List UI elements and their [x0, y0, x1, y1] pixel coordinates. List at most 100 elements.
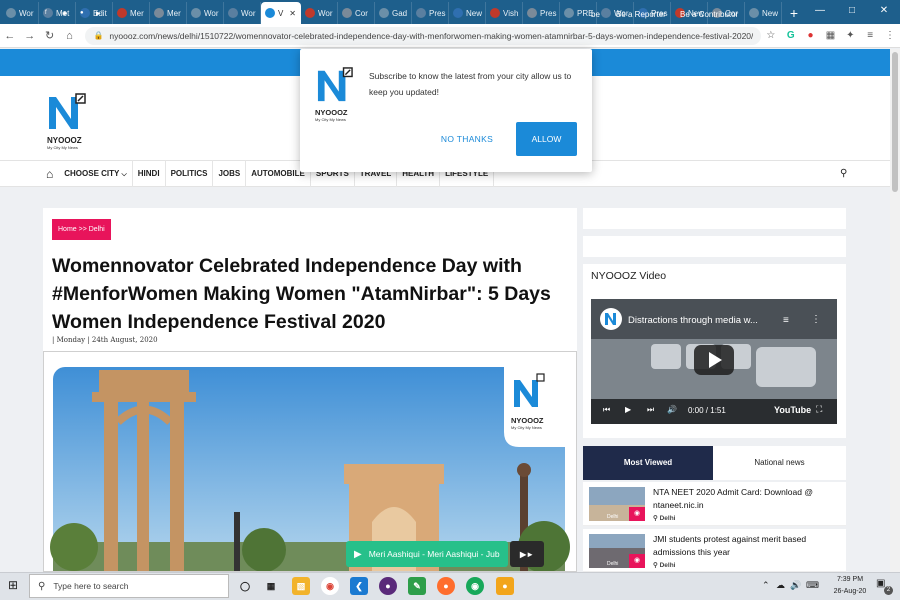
news-title[interactable]: NTA NEET 2020 Admit Card: Download @ nta…	[653, 486, 839, 512]
vscode-icon[interactable]: ❮	[350, 577, 368, 595]
scrollbar-thumb[interactable]	[892, 52, 898, 192]
youtube-icon[interactable]: ▶	[96, 10, 101, 17]
browser-tab[interactable]: V ✕	[261, 2, 301, 24]
nav-jobs[interactable]: Jobs	[213, 160, 247, 187]
app-icon-2[interactable]: ✎	[408, 577, 426, 595]
file-explorer-icon[interactable]: ▧	[292, 577, 310, 595]
list-item[interactable]: Delhi ◉ NTA NEET 2020 Admit Card: Downlo…	[583, 482, 846, 526]
browser-tab[interactable]: Wor	[301, 2, 338, 24]
reading-list-icon[interactable]: ≡	[860, 30, 880, 41]
browser-menu-icon[interactable]: ⋮	[880, 30, 900, 41]
tray-chevron-icon[interactable]: ⌃	[762, 580, 770, 591]
network-icon[interactable]: ☁	[776, 580, 785, 591]
be-a-reporter-link[interactable]: Be a Reporter	[616, 10, 666, 19]
tab-favicon-icon	[6, 8, 16, 18]
app-icon[interactable]: ●	[379, 577, 397, 595]
nav-label: Choose City	[64, 169, 120, 178]
home-nav-icon[interactable]: ⌂	[46, 167, 59, 181]
lock-icon: 🔒	[93, 31, 104, 40]
extension-icon-2[interactable]: ▦	[821, 30, 841, 41]
cortana-icon[interactable]: ◯	[236, 577, 254, 595]
video-player[interactable]: Distractions through media w... ≡ ⋮ ⏮ ▶ …	[591, 299, 837, 424]
tab-favicon-icon	[265, 8, 275, 18]
grammarly-extension-icon[interactable]: G	[781, 30, 801, 41]
next-track-icon[interactable]: ⏭	[647, 405, 654, 415]
browser-tab[interactable]: Pres	[412, 2, 449, 24]
allow-button[interactable]: ALLOW	[516, 122, 577, 156]
puzzle-extensions-icon[interactable]: ✦	[840, 30, 860, 41]
task-view-icon[interactable]: ▦	[262, 577, 280, 595]
app-icon-5[interactable]: ●	[496, 577, 514, 595]
reload-icon[interactable]: ↻	[40, 29, 60, 42]
facebook-icon[interactable]: f	[45, 10, 47, 16]
play-icon[interactable]: ▶	[354, 549, 362, 560]
url-field[interactable]: 🔒 nyoooz.com/news/delhi/1510722/womennov…	[85, 26, 761, 45]
nav-choose-city[interactable]: Choose City ⌵	[59, 160, 133, 187]
volume-tray-icon[interactable]: 🔊	[790, 580, 801, 591]
fullscreen-icon[interactable]: ⛶	[816, 404, 822, 415]
tab-favicon-icon	[379, 8, 389, 18]
browser-tab[interactable]: Wor	[2, 2, 39, 24]
site-logo[interactable]: NYOOOZ My City My News	[47, 93, 87, 150]
music-app-icon[interactable]: ▶►	[510, 541, 544, 567]
url-text: nyoooz.com/news/delhi/1510722/womennovat…	[109, 30, 754, 41]
breadcrumb[interactable]: Home >> Delhi	[52, 219, 111, 240]
close-window-icon[interactable]: ✕	[868, 0, 900, 24]
app-icon-4[interactable]: ◉	[466, 577, 484, 595]
app-icon-3[interactable]: ●	[437, 577, 455, 595]
browser-tab[interactable]: Cor	[338, 2, 375, 24]
minimize-icon[interactable]: —	[804, 0, 836, 24]
taskbar-clock[interactable]: 7:39 PM 26-Aug-20	[828, 574, 872, 598]
tab-label: Pres	[540, 8, 557, 18]
tab-favicon-icon	[342, 8, 352, 18]
chrome-icon[interactable]: ◉	[321, 577, 339, 595]
browser-tab[interactable]: New	[745, 2, 782, 24]
playlist-icon[interactable]: ≡	[783, 315, 789, 326]
tab-most-viewed[interactable]: Most Viewed	[583, 446, 713, 480]
nav-hindi[interactable]: Hindi	[133, 160, 166, 187]
music-player-bar[interactable]: ▶ Meri Aashiqui - Meri Aashiqui - Jub	[346, 541, 508, 567]
new-tab-icon[interactable]: +	[782, 2, 806, 24]
windows-start-icon[interactable]: ⊞	[8, 578, 18, 592]
browser-tab[interactable]: Gad	[375, 2, 412, 24]
browser-tab[interactable]: Mer	[113, 2, 150, 24]
bookmark-star-icon[interactable]: ☆	[761, 30, 781, 41]
nav-politics[interactable]: Politics	[166, 160, 214, 187]
news-location: ⚲ Delhi	[653, 514, 675, 522]
browser-tab[interactable]: Pres	[523, 2, 560, 24]
extension-icon[interactable]: ●	[801, 30, 821, 41]
tab-label: New	[466, 8, 483, 18]
browser-tab[interactable]: Wor	[187, 2, 224, 24]
browser-tab[interactable]: Wor	[224, 2, 261, 24]
no-thanks-button[interactable]: NO THANKS	[433, 124, 501, 155]
youtube-logo[interactable]: YouTube	[774, 405, 811, 415]
top-link-partial[interactable]: be	[591, 10, 600, 19]
list-item[interactable]: Delhi ◉ JMI students protest against mer…	[583, 529, 846, 572]
tab-label: Pres	[429, 8, 446, 18]
close-tab-icon[interactable]: ✕	[289, 9, 296, 18]
be-a-contributor-link[interactable]: Be a Contributor	[680, 10, 738, 19]
tab-favicon-icon	[416, 8, 426, 18]
camera-icon: ◉	[629, 507, 645, 521]
browser-tab[interactable]: Vish	[486, 2, 523, 24]
twitter-icon[interactable]: ●	[80, 10, 84, 16]
browser-tab[interactable]: New	[449, 2, 486, 24]
forward-icon[interactable]: →	[20, 30, 40, 42]
home-icon[interactable]: ⌂	[60, 30, 80, 42]
prev-track-icon[interactable]: ⏮	[603, 405, 610, 415]
tab-national-news[interactable]: National news	[713, 446, 846, 480]
tab-label: V	[278, 8, 284, 18]
instagram-icon[interactable]: ◉	[62, 10, 67, 17]
taskbar-search[interactable]: ⚲ Type here to search	[29, 574, 229, 598]
video-play-icon[interactable]: ▶	[625, 405, 631, 414]
maximize-icon[interactable]: □	[836, 0, 868, 24]
news-title[interactable]: JMI students protest against merit based…	[653, 533, 839, 559]
video-time: 0:00 / 1:51	[688, 406, 726, 415]
video-more-icon[interactable]: ⋮	[811, 314, 821, 325]
back-icon[interactable]: ←	[0, 30, 20, 42]
tab-favicon-icon	[601, 8, 611, 18]
browser-tab[interactable]: Mer	[150, 2, 187, 24]
search-icon[interactable]: ⚲	[840, 168, 847, 179]
keyboard-icon[interactable]: ⌨	[806, 580, 819, 591]
volume-icon[interactable]: 🔊	[667, 405, 677, 414]
